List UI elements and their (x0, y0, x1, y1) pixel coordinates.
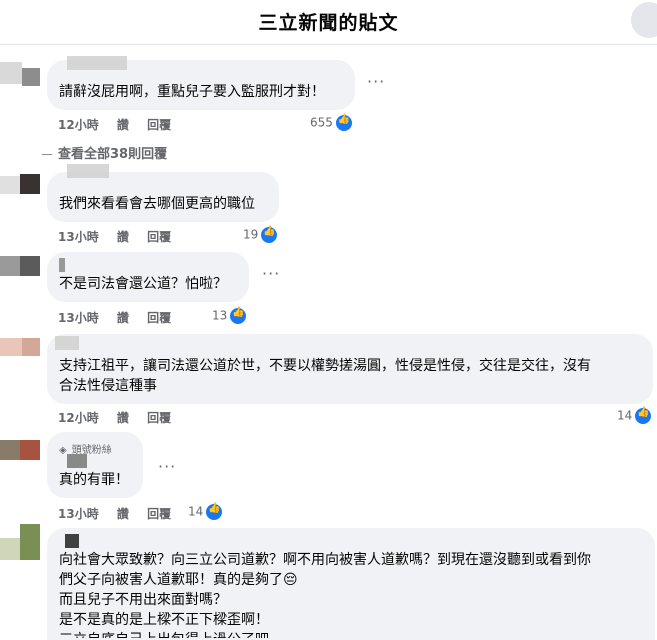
reply-button[interactable]: 回覆 (147, 411, 171, 425)
reaction-count[interactable]: 655 (310, 114, 353, 132)
comment-bubble: 支持江祖平，讓司法還公道於世，不要以權勢搓湯圓，性侵是性侵，交往是交往，沒有 合… (47, 334, 653, 404)
view-all-replies-link[interactable]: 查看全部38則回覆 (42, 143, 167, 162)
comment-bubble: 請辭沒屁用啊，重點兒子要入監服刑才對！ (47, 56, 355, 110)
reaction-number: 14 (617, 408, 633, 423)
comment-time[interactable]: 12小時 (58, 411, 99, 425)
comment-actions: 13小時 讚 回覆 (58, 505, 185, 522)
comment-text: 請辭沒屁用啊，重點兒子要入監服刑才對！ (59, 84, 325, 100)
reaction-count[interactable]: 19 (243, 226, 279, 244)
comment-text: 真的有罪！ (59, 472, 129, 488)
reaction-number: 14 (188, 504, 204, 519)
comment-text-line: 是不是真的是上樑不正下樑歪啊！ (59, 612, 269, 628)
post-header: 三立新聞的貼文 (0, 0, 657, 45)
divider (42, 154, 52, 155)
comment-bubble: ◈ 頭號粉絲 真的有罪！ (47, 432, 143, 498)
like-icon (634, 407, 653, 425)
avatar[interactable] (0, 524, 40, 564)
comment-bubble: 我們來看看會去哪個更高的職位 (47, 164, 279, 222)
comment-actions: 12小時 讚 回覆 (58, 116, 185, 133)
comment-text-line: 向社會大眾致歉？向三立公司道歉？啊不用向被害人道歉嗎？到現在還沒聽到或看到你 (59, 552, 591, 568)
reply-button[interactable]: 回覆 (147, 507, 171, 521)
comment-time[interactable]: 12小時 (58, 118, 99, 132)
reaction-number: 19 (243, 227, 259, 242)
author-name[interactable] (67, 56, 127, 70)
comment-text: 我們來看看會去哪個更高的職位 (59, 196, 255, 212)
like-button[interactable]: 讚 (117, 411, 129, 425)
author-name[interactable] (55, 336, 79, 350)
more-icon[interactable]: ··· (367, 72, 385, 91)
author-name[interactable] (67, 454, 87, 468)
like-icon (205, 503, 224, 521)
more-icon[interactable]: ··· (262, 264, 280, 283)
avatar[interactable] (0, 250, 40, 290)
reply-button[interactable]: 回覆 (147, 118, 171, 132)
comment-text: 不是司法會還公道？怕啦？ (59, 276, 227, 292)
comment-bubble: 不是司法會還公道？怕啦？ (47, 252, 249, 302)
page-title: 三立新聞的貼文 (258, 12, 399, 34)
avatar[interactable] (0, 54, 40, 94)
view-replies-label[interactable]: 查看全部38則回覆 (58, 147, 167, 162)
like-button[interactable]: 讚 (117, 230, 129, 244)
like-icon (260, 226, 279, 244)
comment-text-line: 支持江祖平，讓司法還公道於世，不要以權勢搓湯圓，性侵是性侵，交往是交往，沒有 (59, 358, 591, 374)
comment-time[interactable]: 13小時 (58, 230, 99, 244)
like-button[interactable]: 讚 (117, 118, 129, 132)
author-name[interactable] (65, 534, 79, 548)
reaction-number: 655 (310, 115, 333, 130)
like-icon (334, 114, 353, 132)
avatar[interactable] (0, 168, 40, 208)
comment-text-line: 合法性侵這種事 (59, 378, 157, 394)
reaction-count[interactable]: 14 (617, 407, 653, 425)
like-icon (229, 307, 248, 325)
comment-bubble: 向社會大眾致歉？向三立公司道歉？啊不用向被害人道歉嗎？到現在還沒聽到或看到你 們… (47, 528, 655, 640)
reply-button[interactable]: 回覆 (147, 311, 171, 325)
comment-text-line: 三立自底自己上出包得上過公了吧 (59, 630, 643, 638)
reply-button[interactable]: 回覆 (147, 230, 171, 244)
more-icon[interactable]: ··· (158, 457, 176, 476)
avatar[interactable] (0, 438, 40, 478)
comment-actions: 13小時 讚 回覆 (58, 228, 185, 245)
author-name[interactable] (59, 258, 65, 272)
comment-time[interactable]: 13小時 (58, 507, 99, 521)
comment-time[interactable]: 13小時 (58, 311, 99, 325)
avatar[interactable] (0, 334, 40, 374)
comment-actions: 13小時 讚 回覆 (58, 309, 185, 326)
comment-actions: 12小時 讚 回覆 (58, 409, 185, 426)
reaction-count[interactable]: 14 (188, 503, 224, 521)
reaction-number: 13 (212, 308, 228, 323)
fan-badge-icon: ◈ (59, 445, 67, 456)
comment-text-line: 而且兒子不用出來面對嗎？ (59, 592, 227, 608)
like-button[interactable]: 讚 (117, 507, 129, 521)
comment-text-line: 們父子向被害人道歉耶！真的是夠了😔 (59, 572, 298, 588)
like-button[interactable]: 讚 (117, 311, 129, 325)
author-name[interactable] (67, 164, 109, 178)
reaction-count[interactable]: 13 (212, 307, 248, 325)
